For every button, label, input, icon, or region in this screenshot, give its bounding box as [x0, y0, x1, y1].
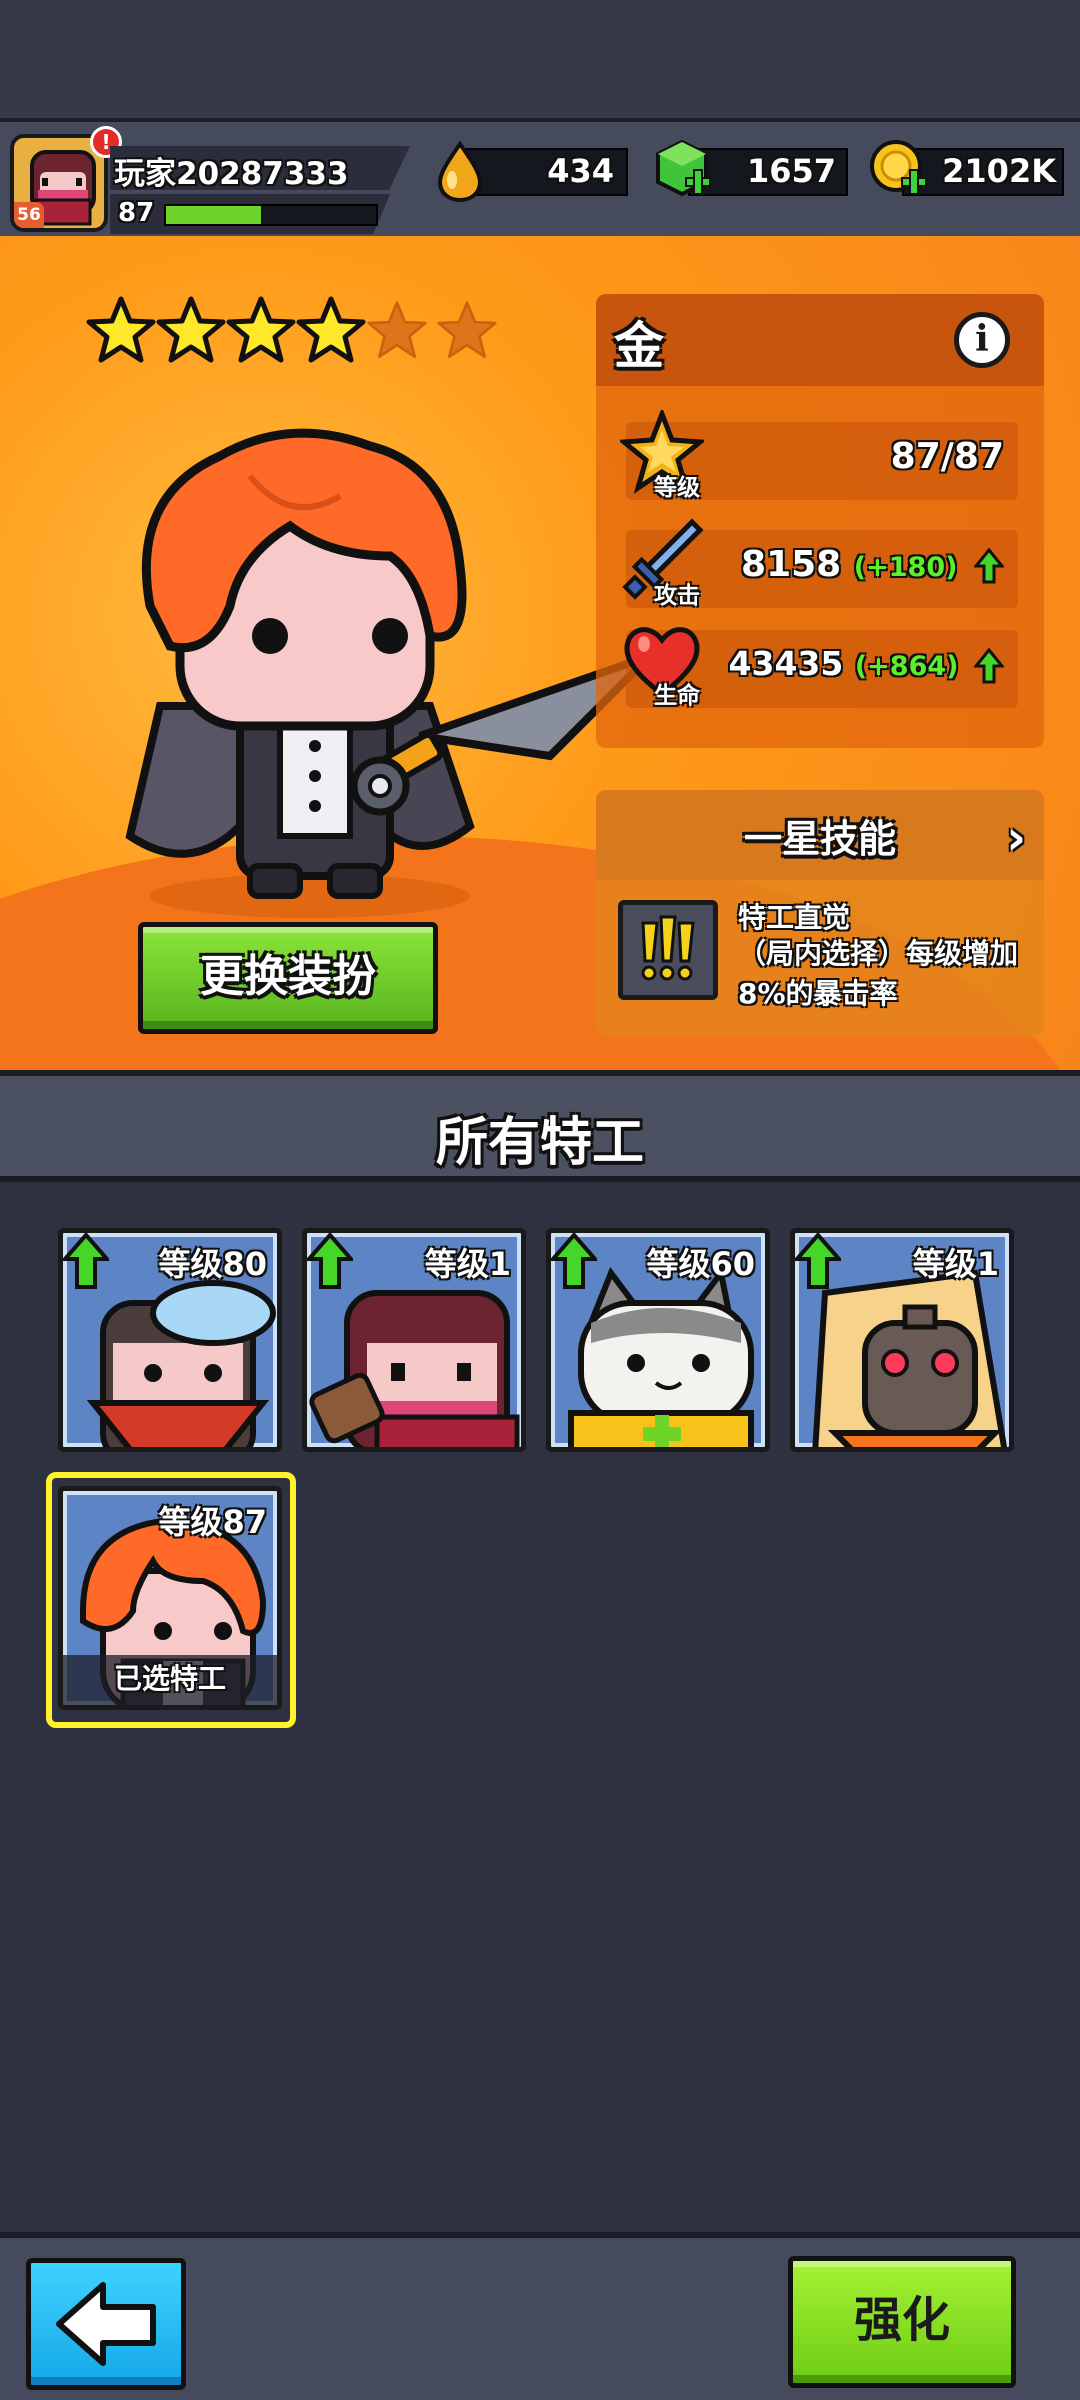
rarity-label: 金 [614, 317, 664, 375]
stat-attack-value: 8158 (+180) [741, 544, 1004, 585]
green-up-arrow-icon [974, 647, 1004, 683]
green-gem-icon [656, 139, 711, 197]
stat-hp-label: 生命 [654, 683, 700, 709]
skill-icon [618, 900, 718, 1000]
upgrade-button[interactable]: 强化 [788, 2256, 1016, 2388]
green-up-arrow-icon [974, 548, 1004, 584]
back-button[interactable] [26, 2258, 186, 2390]
agents-section-header: 所有特工 [0, 1070, 1080, 1182]
player-level: 87 [118, 198, 155, 228]
currency-gems[interactable]: 1657 [652, 139, 848, 197]
agent-level: 等级1 [424, 1245, 511, 1283]
stat-level-label: 等级 [654, 475, 700, 501]
skill-description: （局内选择）每级增加8%的暴击率 [738, 937, 1019, 1010]
xp-progress-bar [164, 204, 378, 226]
agents-title: 所有特工 [435, 1113, 644, 1173]
stat-attack-number: 8158 [741, 544, 842, 585]
currency-energy-value: 434 [547, 152, 614, 190]
info-icon[interactable]: i [954, 312, 1010, 368]
selected-agent-label: 已选特工 [63, 1655, 277, 1705]
exclamation-alert-icon [641, 915, 695, 981]
stat-level-row: 等级 87/87 [620, 410, 1018, 501]
player-name: 玩家20287333 [114, 156, 349, 192]
stat-attack-label: 攻击 [654, 583, 700, 609]
skill-title: 一星技能 [743, 817, 896, 861]
agent-card-selected[interactable]: 等级87 已选特工 [58, 1486, 282, 1710]
stats-panel: 金 i 等级 87/87 攻击 8158 (+180) 生命 43435 (+8… [596, 294, 1044, 748]
green-up-arrow-icon [63, 1233, 109, 1289]
agent-card[interactable]: 等级1 [790, 1228, 1014, 1452]
stat-hp-value: 43435 (+864) [729, 644, 1004, 684]
hero-character [125, 428, 653, 918]
system-status-area [0, 0, 1080, 120]
currency-energy[interactable]: 434 [434, 140, 628, 202]
stats-panel-header: 金 i [596, 294, 1044, 386]
agent-level: 等级87 [158, 1503, 267, 1541]
star-filled-icon [226, 296, 296, 363]
currency-coins-value: 2102K [942, 152, 1056, 190]
agent-level: 等级60 [646, 1245, 755, 1283]
stat-attack-row: 攻击 8158 (+180) [622, 518, 1018, 609]
agent-level: 等级1 [912, 1245, 999, 1283]
currency-gems-value: 1657 [746, 152, 836, 190]
green-up-arrow-icon [551, 1233, 597, 1289]
hero-showcase: 更换装扮 金 i 等级 87/87 攻击 8158 (+180) 生命 4343… [0, 236, 1080, 1070]
top-header: 56 ! 玩家20287333 87 434 1657 2102K [0, 118, 1080, 240]
green-up-arrow-icon [795, 1233, 841, 1289]
stat-hp-bonus: (+864) [854, 651, 959, 682]
agent-card[interactable]: 等级60 [546, 1228, 770, 1452]
stat-hp-row: 生命 43435 (+864) [624, 627, 1018, 709]
star-filled-icon [296, 296, 366, 363]
stat-attack-bonus: (+180) [853, 552, 958, 583]
stat-level-value: 87/87 [890, 436, 1004, 477]
green-up-arrow-icon [307, 1233, 353, 1289]
chevron-right-icon[interactable]: › [1006, 810, 1026, 866]
currency-coins[interactable]: 2102K [868, 140, 1064, 196]
change-costume-button[interactable]: 更换装扮 [138, 922, 438, 1034]
agent-level: 等级80 [158, 1245, 267, 1283]
skill-panel[interactable]: 一星技能 › 特工直觉 （局内选择）每级增加8%的暴击率 [596, 790, 1044, 1036]
gold-coin-icon [870, 140, 927, 195]
star-empty-icon [437, 301, 497, 359]
star-filled-icon [86, 296, 156, 363]
skill-name: 特工直觉 [738, 901, 851, 934]
back-arrow-icon [56, 2282, 156, 2366]
avatar-level-badge: 56 [14, 202, 44, 228]
bottom-nav-bar: 强化 [0, 2232, 1080, 2400]
xp-progress-fill [166, 206, 261, 224]
stat-hp-number: 43435 [728, 644, 844, 683]
agent-card[interactable]: 等级1 [302, 1228, 526, 1452]
star-empty-icon [367, 301, 427, 359]
star-filled-icon [156, 296, 226, 363]
skill-panel-header[interactable]: 一星技能 › [596, 790, 1044, 880]
drop-icon [437, 140, 483, 202]
agent-card[interactable]: 等级80 [58, 1228, 282, 1452]
